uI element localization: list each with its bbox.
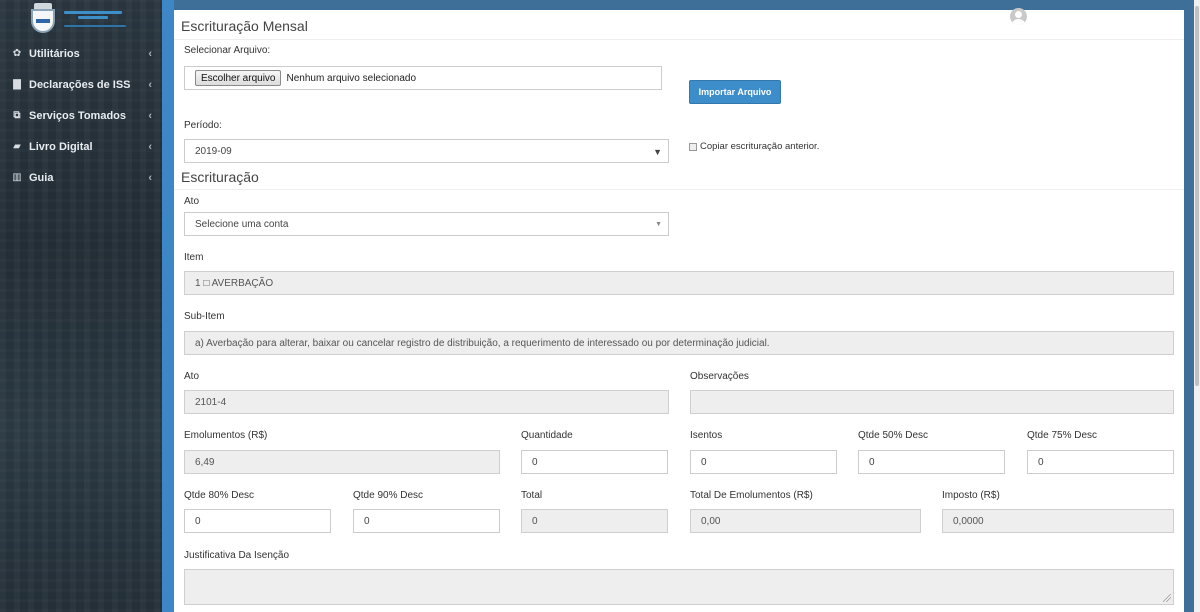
book-icon: ▰ [13, 141, 21, 152]
sidebar-item-guia[interactable]: ▥ Guia ‹ [0, 162, 162, 193]
chevron-left-icon: ‹ [148, 109, 152, 122]
choose-file-button[interactable]: Escolher arquivo [195, 70, 282, 86]
import-file-button[interactable]: Importar Arquivo [689, 80, 781, 104]
qtde80-label: Qtde 80% Desc [184, 490, 255, 501]
sidebar-item-declaracoes-iss[interactable]: ▇ Declarações de ISS ‹ [0, 69, 162, 100]
city-crest-icon [30, 3, 56, 35]
sidebar-item-label: Guia [29, 171, 54, 184]
sidebar-item-label: Utilitários [29, 47, 80, 60]
qtde50-input[interactable]: 0 [858, 450, 1005, 474]
total-emolumentos-field: 0,00 [690, 509, 921, 533]
sidebar-item-label: Livro Digital [29, 140, 93, 153]
section-title: Escrituração [181, 169, 259, 185]
page-title: Escrituração Mensal [181, 18, 308, 34]
sidebar-item-label: Declarações de ISS [29, 78, 131, 91]
justificativa-textarea[interactable] [184, 569, 1174, 605]
sidebar-item-servicos-tomados[interactable]: ⧉ Serviços Tomados ‹ [0, 100, 162, 131]
qtde75-input[interactable]: 0 [1027, 450, 1174, 474]
periodo-select[interactable]: 2019-09 ▼ [184, 139, 669, 163]
file-status: Nenhum arquivo selecionado [286, 72, 417, 84]
chevron-left-icon: ‹ [148, 78, 152, 91]
page-scrollbar[interactable] [1194, 0, 1200, 612]
qtde50-label: Qtde 50% Desc [858, 430, 929, 441]
ato-label: Ato [184, 196, 200, 207]
periodo-value: 2019-09 [195, 145, 232, 157]
section-divider [174, 189, 1184, 190]
copy-checkbox-group: Copiar escrituração anterior. [689, 141, 819, 152]
qtde80-input[interactable]: 0 [184, 509, 331, 533]
isentos-label: Isentos [690, 430, 723, 441]
file-label: Selecionar Arquivo: [184, 45, 271, 56]
chevron-left-icon: ‹ [148, 47, 152, 60]
ato2-label: Ato [184, 371, 200, 382]
sidebar-item-label: Serviços Tomados [29, 109, 126, 122]
isentos-input[interactable]: 0 [690, 450, 837, 474]
observacoes-field [690, 390, 1174, 414]
barcode-icon: ▥ [12, 172, 22, 183]
total-label: Total [521, 490, 543, 501]
imposto-field: 0,0000 [942, 509, 1174, 533]
chevron-left-icon: ‹ [148, 171, 152, 184]
emolumentos-label: Emolumentos (R$) [184, 430, 268, 441]
copy-checkbox-label: Copiar escrituração anterior. [700, 141, 820, 152]
ato-select[interactable]: Selecione uma conta ▼ [184, 212, 669, 236]
file-input[interactable]: Escolher arquivo Nenhum arquivo selecion… [184, 66, 662, 90]
ato2-field: 2101-4 [184, 390, 669, 414]
scrollbar-thumb[interactable] [1195, 6, 1199, 386]
qtde75-label: Qtde 75% Desc [1027, 430, 1098, 441]
qtde90-label: Qtde 90% Desc [353, 490, 424, 501]
resize-handle-icon[interactable] [1163, 594, 1171, 602]
total-emolumentos-label: Total De Emolumentos (R$) [690, 490, 813, 501]
file-icon: ▇ [13, 79, 21, 90]
periodo-label: Período: [184, 120, 222, 131]
main-panel: Escrituração Mensal Selecionar Arquivo: … [174, 8, 1184, 612]
quantidade-label: Quantidade [521, 430, 573, 441]
subitem-label: Sub-Item [184, 311, 225, 322]
panel-header: Escrituração Mensal [174, 8, 1184, 40]
sidebar-item-utilitarios[interactable]: ✿ Utilitários ‹ [0, 38, 162, 69]
item-field: 1 □ AVERBAÇÃO [184, 271, 1174, 295]
user-avatar-icon[interactable] [1010, 8, 1027, 25]
copy-previous-checkbox[interactable] [689, 142, 697, 151]
emolumentos-field: 6,49 [184, 450, 500, 474]
sidebar-menu: ✿ Utilitários ‹ ▇ Declarações de ISS ‹ ⧉… [0, 38, 162, 193]
imposto-label: Imposto (R$) [942, 490, 1000, 501]
observacoes-label: Observações [690, 371, 749, 382]
dropdown-arrow-icon: ▼ [655, 221, 662, 228]
sidebar-item-livro-digital[interactable]: ▰ Livro Digital ‹ [0, 131, 162, 162]
total-field: 0 [521, 509, 668, 533]
sidebar-edge [162, 0, 174, 612]
ato-select-value: Selecione uma conta [195, 218, 289, 230]
subitem-field: a) Averbação para alterar, baixar ou can… [184, 331, 1174, 355]
chevron-left-icon: ‹ [148, 140, 152, 153]
copy-icon: ⧉ [13, 110, 21, 121]
dropdown-arrow-icon: ▼ [653, 147, 662, 157]
logo-text [64, 11, 126, 27]
qtde90-input[interactable]: 0 [353, 509, 500, 533]
item-label: Item [184, 252, 204, 263]
gear-icon: ✿ [12, 48, 22, 59]
justificativa-label: Justificativa Da Isenção [184, 550, 290, 561]
logo [0, 0, 162, 38]
quantidade-input[interactable]: 0 [521, 450, 668, 474]
sidebar: ✿ Utilitários ‹ ▇ Declarações de ISS ‹ ⧉… [0, 0, 162, 612]
